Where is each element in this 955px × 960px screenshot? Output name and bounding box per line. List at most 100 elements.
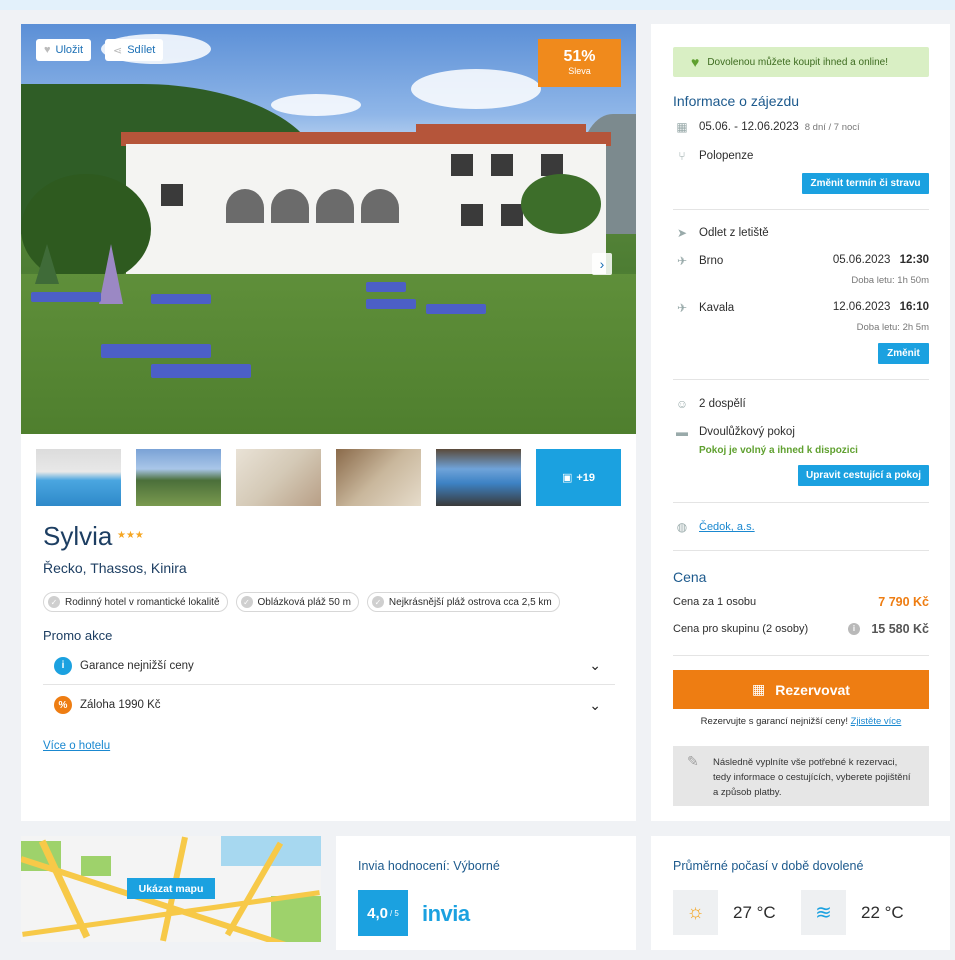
users-icon: ☺ (675, 397, 689, 411)
top-notice-strip (0, 0, 955, 10)
sun-icon: ☼ (673, 890, 718, 935)
thumbnail-room[interactable] (236, 449, 321, 506)
tag-label: Nejkrásnější pláž ostrova cca 2,5 km (388, 596, 552, 608)
arch (226, 189, 264, 223)
divider (673, 502, 929, 503)
share-button[interactable]: ⋖ Sdílet (105, 39, 164, 61)
outbound-time: 12:30 (899, 254, 929, 266)
lounger (151, 364, 251, 378)
window (491, 154, 513, 176)
lounger (101, 344, 211, 358)
plane-takeoff-icon: ✈ (676, 254, 688, 268)
outbound-city: Brno (699, 255, 724, 267)
change-flight-button[interactable]: Změnit (878, 343, 929, 364)
reserve-button[interactable]: ▦ Rezervovat (673, 670, 929, 709)
change-date-button[interactable]: Změnit termín či stravu (802, 173, 929, 194)
water-temperature-icon: ≋ (801, 890, 846, 935)
weather-card: Průměrné počasí v době dovolené ☼ 27 °C … (651, 836, 950, 950)
return-city: Kavala (699, 302, 735, 314)
check-icon: ✓ (48, 596, 60, 608)
window (161, 184, 183, 206)
lounger (31, 292, 101, 302)
check-icon: ✓ (240, 596, 253, 608)
save-button[interactable]: ♥ Uložit (36, 39, 92, 61)
room-availability: Pokoj je volný a ihned k dispozici (699, 445, 858, 456)
window (461, 204, 483, 226)
gallery-icon: ▣ (561, 472, 573, 484)
pin-icon: ✎ (687, 753, 699, 769)
next-steps-note: ✎ Následně vyplníte vše potřebné k rezer… (673, 746, 929, 806)
arch (316, 189, 354, 223)
outbound-date: 05.06.2023 (832, 254, 891, 266)
trip-dates: 05.06. - 12.06.2023 (699, 121, 799, 133)
outbound-datetime: 05.06.2023 12:30 (833, 254, 929, 266)
globe-icon: ◍ (676, 520, 688, 534)
return-flight: ✈ Kavala (673, 301, 734, 315)
share-label: Sdílet (127, 44, 156, 56)
map-card[interactable]: Ukázat mapu (21, 836, 321, 942)
rating-score: 4,0 (367, 904, 388, 922)
rating-card: Invia hodnocení: Výborné 4,0 / 5 invia (336, 836, 636, 950)
room-row: ▬ Dvoulůžkový pokoj (673, 425, 795, 439)
more-photos-count: +19 (576, 471, 596, 484)
thumbnail-balcony[interactable] (436, 449, 521, 506)
chevron-down-icon[interactable]: ⌄ (589, 697, 601, 714)
bed-icon: ▬ (676, 425, 688, 439)
info-icon: i (54, 656, 72, 675)
park-area (271, 896, 321, 942)
promo-lowest-price[interactable]: i Garance nejnižší ceny ⌄ (43, 647, 615, 685)
more-about-hotel-link[interactable]: Více o hotelu (43, 740, 110, 752)
roof (416, 124, 586, 136)
lounger (366, 282, 406, 292)
more-photos-button[interactable]: ▣ +19 (536, 449, 621, 506)
edit-travellers-button[interactable]: Upravit cestující a pokoj (798, 465, 929, 486)
calendar-icon: ▦ (752, 681, 766, 697)
discount-percent: 51% (563, 48, 596, 65)
show-map-button[interactable]: Ukázat mapu (127, 878, 215, 899)
window (541, 154, 563, 176)
trip-info-title: Informace o zájezdu (673, 93, 800, 109)
umbrella (99, 244, 123, 304)
thumbnail-room-2[interactable] (336, 449, 421, 506)
buy-online-text: Dovolenou můžete koupit ihned a online! (707, 56, 888, 68)
promo-deposit[interactable]: % Záloha 1990 Kč ⌄ (43, 686, 615, 724)
price-group: 15 580 Kč (871, 622, 929, 636)
lounger (151, 294, 211, 304)
check-icon: ✓ (371, 596, 384, 608)
chevron-down-icon[interactable]: ⌄ (589, 657, 601, 674)
divider (673, 209, 929, 210)
park-area (81, 856, 111, 876)
operator-link[interactable]: Čedok, a.s. (699, 521, 755, 533)
rating-score-badge: 4,0 / 5 (358, 890, 408, 936)
divider (673, 655, 929, 656)
thumbnail-garden[interactable] (136, 449, 221, 506)
price-group-label: Cena pro skupinu (2 osoby) (673, 623, 809, 635)
hotel-tags: ✓ Rodinný hotel v romantické lokalitě ✓ Ob… (43, 592, 560, 612)
cloud (271, 94, 361, 116)
price-title: Cena (673, 569, 707, 585)
discount-badge: 51% Sleva (538, 39, 621, 87)
outbound-duration: Doba letu: 1h 50m (851, 275, 929, 286)
return-time: 16:10 (899, 301, 929, 313)
save-label: Uložit (55, 44, 84, 56)
photo-thumbnails: ▣ +19 (36, 449, 621, 506)
tag-label: Oblázková pláž 50 m (257, 596, 351, 608)
heart-icon: ♥ (44, 44, 51, 56)
discount-label: Sleva (568, 66, 591, 76)
hotel-name: Sylvia (43, 521, 113, 551)
hotel-main-photo[interactable]: ♥ Uložit ⋖ Sdílet 51% Sleva › (21, 24, 636, 434)
divider (673, 379, 929, 380)
thumbnail-pool[interactable] (36, 449, 121, 506)
window (451, 154, 473, 176)
promo-label: Garance nejnižší ceny (80, 659, 194, 672)
next-photo-icon[interactable]: › (592, 253, 612, 275)
hotel-tag: ✓ Oblázková pláž 50 m (235, 592, 359, 612)
info-icon[interactable]: i (848, 623, 860, 635)
price-per-person: 7 790 Kč (878, 595, 929, 609)
price-per-person-label: Cena za 1 osobu (673, 596, 757, 608)
percent-icon: % (54, 696, 72, 714)
divider (673, 550, 929, 551)
lounger (426, 304, 486, 314)
invia-logo: invia (422, 901, 470, 926)
learn-more-link[interactable]: Zjistěte více (851, 716, 902, 727)
